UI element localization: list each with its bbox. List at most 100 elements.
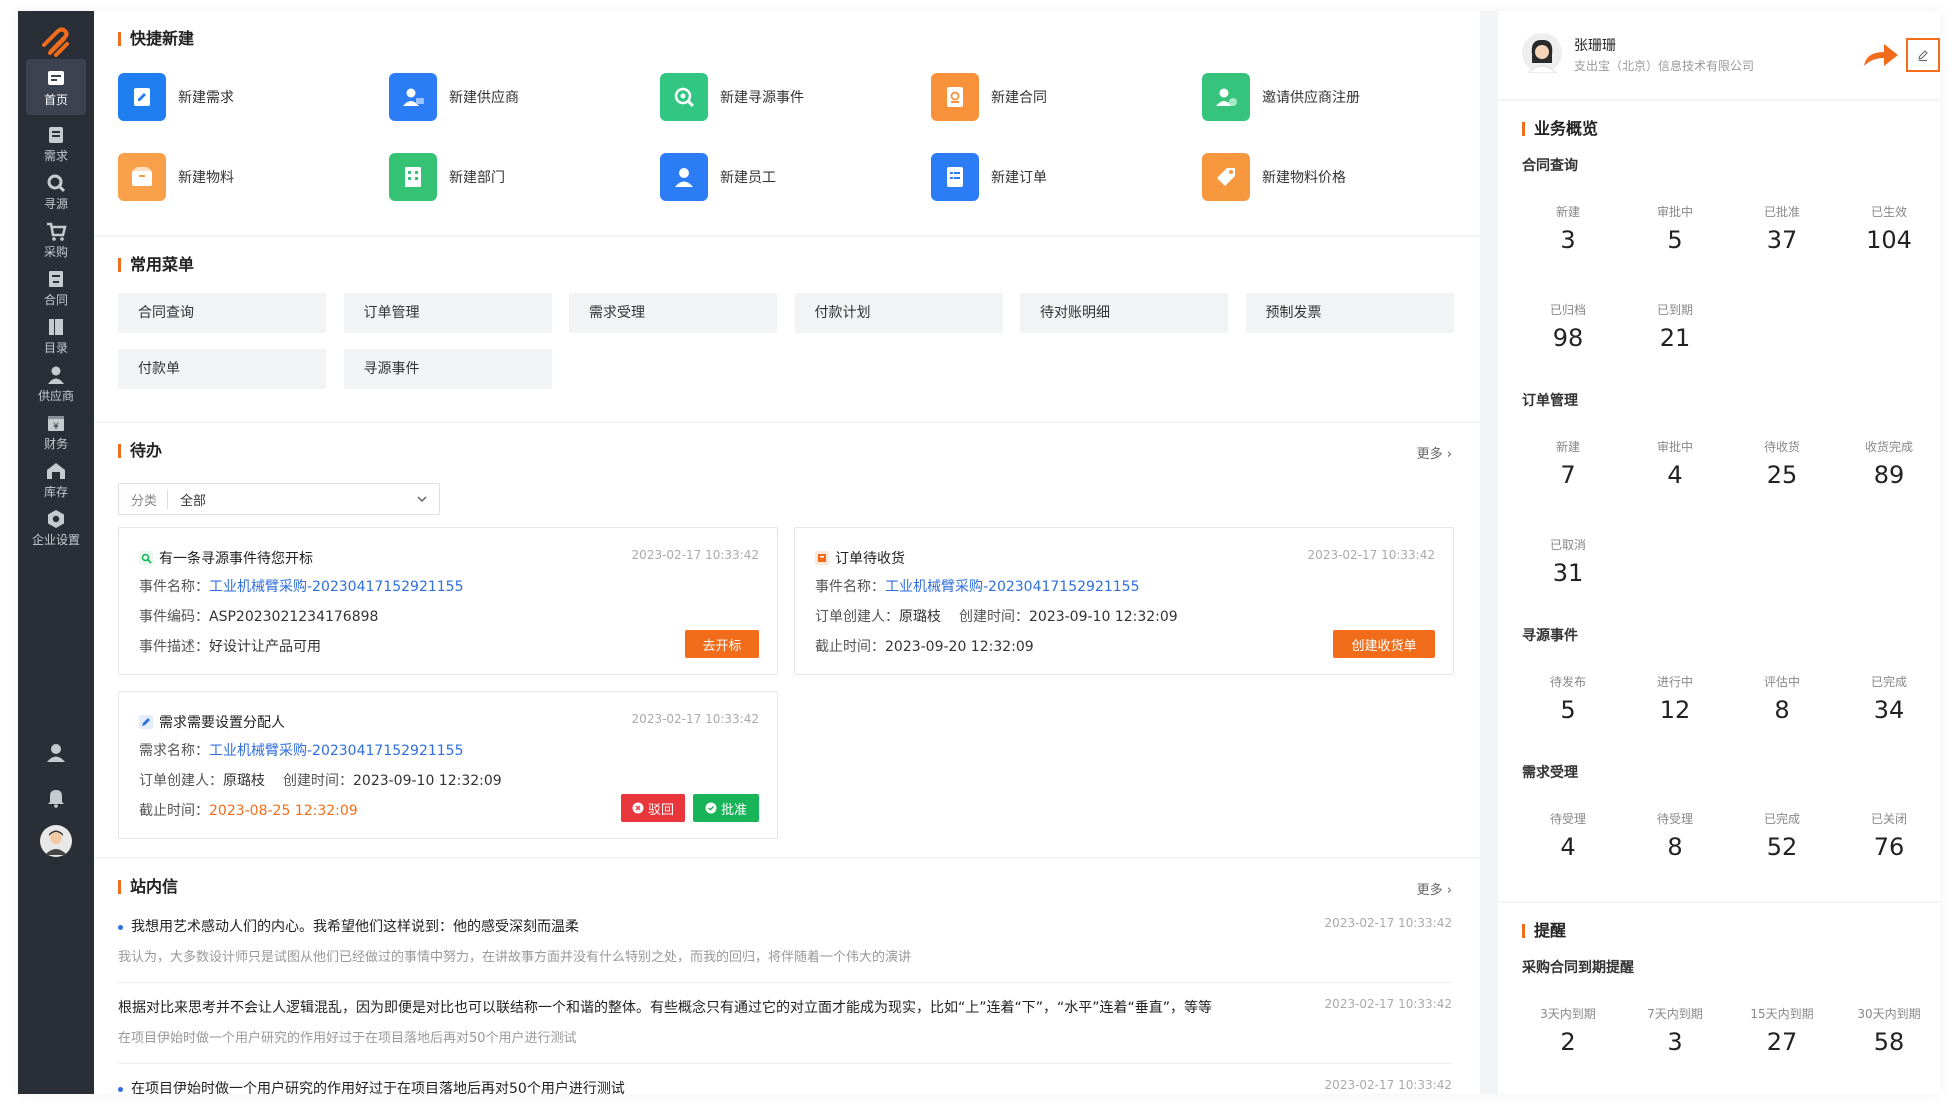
stat-item[interactable]: 新建 3 [1518, 203, 1618, 254]
stat-item[interactable]: 待收货 25 [1732, 438, 1832, 489]
open-bid-button[interactable]: 去开标 [685, 630, 759, 658]
quick-create-label: 邀请供应商注册 [1262, 90, 1360, 106]
demand-name-link[interactable]: 工业机械臂采购-20230417152921155 [209, 743, 463, 759]
menu-item-button[interactable]: 预制发票 [1245, 293, 1454, 333]
stat-value: 4 [1667, 461, 1683, 489]
nav-label: 库存 [43, 484, 68, 499]
stat-item[interactable]: 待受理 4 [1518, 810, 1618, 861]
user-center-button[interactable] [38, 735, 74, 771]
event-name-link[interactable]: 工业机械臂采购-20230417152921155 [209, 579, 463, 595]
stat-item[interactable]: 待发布 5 [1518, 673, 1618, 724]
section-title: 常用菜单 [118, 255, 194, 275]
svg-text:¥: ¥ [53, 422, 59, 432]
new-sourcing-event-button[interactable]: 新建寻源事件 [660, 67, 910, 127]
user-avatar-icon [40, 825, 72, 857]
new-material-price-button[interactable]: 新建物料价格 [1202, 147, 1452, 207]
new-contract-button[interactable]: 新建合同 [931, 67, 1181, 127]
menu-item-button[interactable]: 合同查询 [118, 293, 326, 333]
stat-item[interactable]: 30天内到期 58 [1839, 1005, 1939, 1056]
stat-item[interactable]: 待受理 8 [1625, 810, 1725, 861]
stat-value: 76 [1873, 833, 1905, 861]
stat-item[interactable]: 3天内到期 2 [1518, 1005, 1618, 1056]
user-icon [47, 744, 65, 762]
invite-supplier-button[interactable]: 邀请供应商注册 [1202, 67, 1452, 127]
stat-item[interactable]: 已完成 34 [1839, 673, 1939, 724]
messages-section: 站内信 更多 › 我想用艺术感动人们的内心。我希望他们这样说到：他的感受深刻而温… [94, 859, 1480, 1094]
new-demand-button[interactable]: 新建需求 [118, 67, 368, 127]
stat-item[interactable]: 已完成 52 [1732, 810, 1832, 861]
menu-item-button[interactable]: 付款计划 [794, 293, 1003, 333]
common-menu-section: 常用菜单 合同查询 订单管理 需求受理 付款计划 待对账明细 预制发票付款单 寻源事件 [94, 237, 1480, 421]
menu-item-button[interactable]: 待对账明细 [1020, 293, 1228, 333]
more-label: 更多 [1416, 883, 1443, 898]
demand-icon [118, 73, 166, 121]
logo[interactable] [36, 23, 76, 63]
todo-time: 2023-02-17 10:33:42 [631, 548, 759, 562]
todo-more-link[interactable]: 更多 › [1417, 443, 1452, 462]
new-material-button[interactable]: 新建物料 [118, 147, 368, 207]
approve-button[interactable]: 批准 [693, 794, 759, 822]
nav-label: 合同 [43, 292, 68, 307]
avatar[interactable] [38, 823, 74, 859]
new-order-button[interactable]: 新建订单 [931, 147, 1181, 207]
field-label: 需求名称： [139, 743, 209, 759]
message-item[interactable]: 我想用艺术感动人们的内心。我希望他们这样说到：他的感受深刻而温柔 我认为，大多数… [118, 916, 1452, 965]
create-receipt-button[interactable]: 创建收货单 [1333, 630, 1435, 658]
stat-item[interactable]: 已生效 104 [1839, 203, 1939, 254]
nav-item-settings[interactable]: 企业设置 [26, 499, 86, 555]
stat-label: 待受理 [1549, 812, 1586, 826]
menu-item-button[interactable]: 付款单 [118, 349, 326, 389]
stat-item[interactable]: 已归档 98 [1518, 301, 1618, 352]
new-employee-button[interactable]: 新建员工 [660, 147, 910, 207]
category-filter-select[interactable]: 分类 全部 [118, 483, 440, 515]
stat-item[interactable]: 15天内到期 27 [1732, 1005, 1832, 1056]
message-item[interactable]: 根据对比来思考并不会让人逻辑混乱，因为即便是对比也可以联结称一个和谐的整体。有些… [118, 997, 1452, 1046]
menu-item-button[interactable]: 寻源事件 [343, 349, 552, 389]
stat-item[interactable]: 审批中 4 [1625, 438, 1725, 489]
todo-title-text: 订单待收货 [835, 551, 905, 567]
message-title-text: 在项目伊始时做一个用户研究的作用好过于在项目落地后再对50个用户进行测试 [131, 1081, 625, 1094]
stat-value: 34 [1873, 696, 1905, 724]
contract-icon [49, 270, 63, 287]
section-title: 提醒 [1522, 921, 1566, 941]
stat-item[interactable]: 已批准 37 [1732, 203, 1832, 254]
stat-item[interactable]: 7天内到期 3 [1625, 1005, 1725, 1056]
nav-item-home[interactable]: 首页 [26, 59, 86, 115]
stat-item[interactable]: 新建 7 [1518, 438, 1618, 489]
stat-label: 待发布 [1549, 675, 1586, 689]
message-item[interactable]: 在项目伊始时做一个用户研究的作用好过于在项目落地后再对50个用户进行测试 202… [118, 1078, 1452, 1094]
menu-item-button[interactable]: 需求受理 [569, 293, 777, 333]
event-name-link[interactable]: 工业机械臂采购-20230417152921155 [885, 579, 1139, 595]
home-icon [48, 70, 64, 85]
field-value: 原璐枝 [223, 773, 265, 789]
stat-item[interactable]: 已取消 31 [1518, 536, 1618, 587]
todo-card-title: 需求需要设置分配人 [139, 712, 285, 732]
stat-item[interactable]: 已关闭 76 [1839, 810, 1939, 861]
message-title: 我想用艺术感动人们的内心。我希望他们这样说到：他的感受深刻而温柔 [118, 916, 1452, 936]
stat-item[interactable]: 审批中 5 [1625, 203, 1725, 254]
field-label: 创建时间： [959, 609, 1029, 625]
messages-more-link[interactable]: 更多 › [1417, 879, 1452, 898]
reject-button[interactable]: 驳回 [621, 794, 685, 822]
stat-item[interactable]: 已到期 21 [1625, 301, 1725, 352]
unread-dot [118, 924, 123, 930]
notification-button[interactable] [38, 779, 74, 815]
new-department-button[interactable]: 新建部门 [389, 147, 639, 207]
invite-icon [1202, 73, 1250, 121]
overview-group-title: 订单管理 [1522, 393, 1578, 409]
settings-icon [48, 509, 64, 528]
menu-item-button[interactable]: 订单管理 [343, 293, 552, 333]
app-window: 首页 需求 寻源 采购 合同 目录 供应商 ¥ 财务 库存 企业设置 快捷新建 … [18, 11, 1940, 1094]
stat-item[interactable]: 评估中 8 [1732, 673, 1832, 724]
stat-item[interactable]: 进行中 12 [1625, 673, 1725, 724]
edit-button[interactable] [1906, 38, 1940, 72]
field-label: 截止时间： [139, 803, 209, 819]
stat-item[interactable]: 收货完成 89 [1839, 438, 1939, 489]
new-supplier-button[interactable]: 新建供应商 [389, 67, 639, 127]
order-icon [815, 551, 829, 565]
sourcing-icon [47, 174, 66, 192]
stat-label: 已关闭 [1870, 812, 1907, 826]
field-value: 2023-09-20 12:32:09 [885, 639, 1034, 655]
divider [118, 982, 1452, 983]
stat-value: 31 [1552, 559, 1584, 587]
